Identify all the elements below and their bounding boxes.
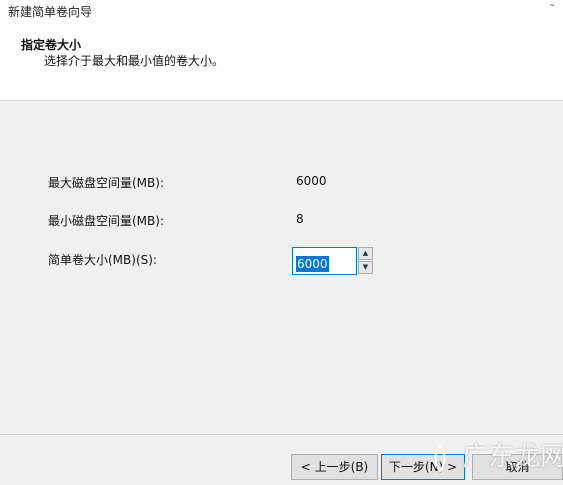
wizard-window: 新建简单卷向导 ˜ 指定卷大小 选择介于最大和最小值的卷大小。 最大磁盘空间量(… — [0, 0, 563, 485]
min-size-label: 最小磁盘空间量(MB): — [48, 214, 164, 228]
volume-size-input[interactable]: 6000 — [292, 247, 357, 275]
cancel-button[interactable]: 取消 — [472, 454, 563, 480]
volume-size-input-value: 6000 — [296, 256, 329, 272]
next-button[interactable]: 下一步(N) > — [381, 454, 465, 480]
title-bar: 新建简单卷向导 ˜ — [0, 0, 563, 22]
max-size-value: 6000 — [296, 174, 327, 188]
page-subtitle: 选择介于最大和最小值的卷大小。 — [44, 54, 225, 68]
chevron-up-icon: ▲ — [362, 249, 369, 257]
close-icon[interactable]: ˜ — [549, 2, 563, 18]
spin-down-button[interactable]: ▼ — [358, 261, 373, 274]
footer-divider — [0, 434, 563, 435]
back-button[interactable]: < 上一步(B) — [291, 454, 378, 480]
volume-size-stepper: 6000 ▲ ▼ — [292, 247, 374, 275]
spin-up-button[interactable]: ▲ — [358, 247, 373, 260]
wizard-header: 指定卷大小 选择介于最大和最小值的卷大小。 — [0, 22, 563, 101]
volume-size-label: 简单卷大小(MB)(S): — [48, 253, 157, 267]
max-size-label: 最大磁盘空间量(MB): — [48, 176, 164, 190]
min-size-value: 8 — [296, 212, 304, 226]
window-title: 新建简单卷向导 — [8, 5, 93, 19]
page-title: 指定卷大小 — [21, 38, 82, 52]
chevron-down-icon: ▼ — [362, 263, 369, 271]
